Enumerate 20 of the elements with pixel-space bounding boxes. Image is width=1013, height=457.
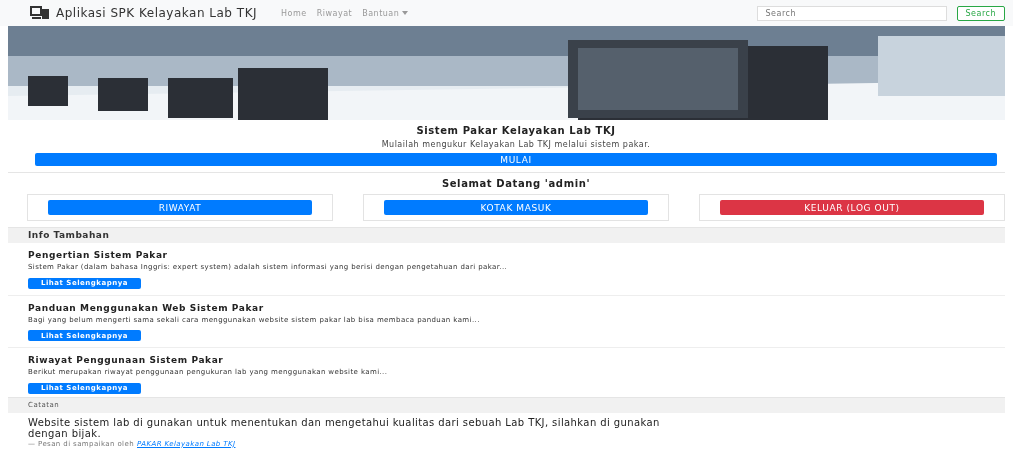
welcome-title: Selamat Datang 'admin' <box>440 178 592 190</box>
note-quote: Website sistem lab di gunakan untuk menentukan dan mengetahui kualitas dari sebuah Lab TKJ, silahkan di gunakan dengan bijak. <box>28 416 661 439</box>
info-title: Panduan Menggunakan Web Sistem Pakar <box>28 302 265 314</box>
jumbotron-subtitle: Mulailah mengukur Kelayakan Lab TKJ melalui sistem pakar. <box>381 139 651 150</box>
info-title: Riwayat Penggunaan Sistem Pakar <box>28 355 225 366</box>
search-button[interactable]: Search <box>956 5 1005 21</box>
section-header: Info Tambahan <box>8 227 1005 243</box>
nav-link[interactable]: Home <box>281 8 307 18</box>
brand[interactable]: Aplikasi SPK Kelayakan Lab TKJ <box>30 6 258 20</box>
computer-icon <box>30 6 50 20</box>
info-title: Pengertian Sistem Pakar <box>28 250 169 261</box>
nav-link[interactable]: Riwayat <box>316 8 353 18</box>
nav-dropdown[interactable]: Bantuan <box>362 8 409 18</box>
logout-button[interactable]: KELUAR (LOG OUT) <box>720 200 984 215</box>
caret-icon <box>402 11 409 15</box>
menu-button[interactable]: KOTAK MASUK <box>384 200 648 215</box>
start-button[interactable]: MULAI <box>35 153 997 166</box>
search-field[interactable]: Search <box>756 5 947 21</box>
menu-button[interactable]: RIWAYAT <box>48 200 312 215</box>
jumbotron-title: Sistem Pakar Kelayakan Lab TKJ <box>416 125 616 136</box>
